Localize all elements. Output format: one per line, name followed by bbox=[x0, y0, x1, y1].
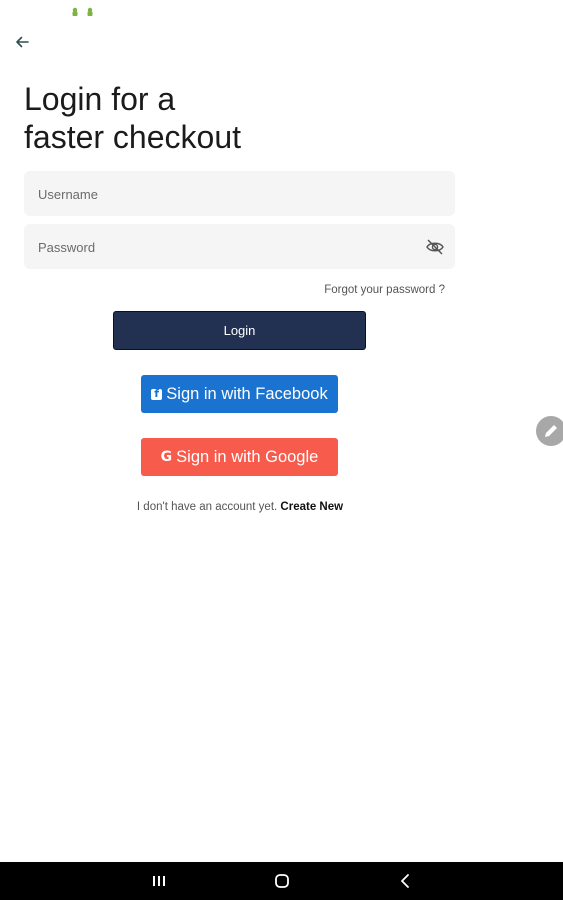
signup-prompt: I don't have an account yet. bbox=[136, 501, 278, 513]
edit-floating-button[interactable] bbox=[536, 416, 563, 446]
pencil-icon bbox=[545, 425, 557, 437]
password-field[interactable] bbox=[24, 224, 455, 271]
username-input[interactable] bbox=[36, 171, 420, 218]
android-icon bbox=[85, 4, 95, 16]
login-button[interactable]: Login bbox=[113, 311, 366, 350]
username-field[interactable] bbox=[24, 171, 455, 218]
google-signin-label: Sign in with Google bbox=[176, 447, 319, 466]
facebook-signin-label: Sign in with Facebook bbox=[166, 384, 328, 403]
android-icon bbox=[70, 4, 80, 16]
recents-icon[interactable] bbox=[149, 872, 169, 890]
signup-row: I don't have an account yet. Create New bbox=[0, 501, 480, 513]
back-icon[interactable] bbox=[396, 872, 416, 890]
status-bar-icons bbox=[70, 4, 95, 16]
login-button-label: Login bbox=[223, 323, 256, 338]
password-input[interactable] bbox=[36, 224, 420, 271]
system-nav-bar bbox=[0, 862, 563, 900]
page-title: Login for a faster checkout bbox=[24, 81, 241, 155]
arrow-left-icon bbox=[16, 36, 29, 48]
google-signin-button[interactable]: G Sign in with Google bbox=[141, 438, 338, 476]
forgot-password-link[interactable]: Forgot your password ? bbox=[324, 284, 445, 296]
back-button[interactable] bbox=[12, 32, 32, 52]
eye-off-icon[interactable] bbox=[425, 237, 445, 257]
facebook-signin-button[interactable]: Sign in with Facebook bbox=[141, 375, 338, 413]
home-icon[interactable] bbox=[272, 872, 292, 890]
facebook-icon bbox=[151, 387, 163, 400]
create-new-link[interactable]: Create New bbox=[280, 501, 343, 513]
google-icon: G bbox=[160, 449, 173, 465]
